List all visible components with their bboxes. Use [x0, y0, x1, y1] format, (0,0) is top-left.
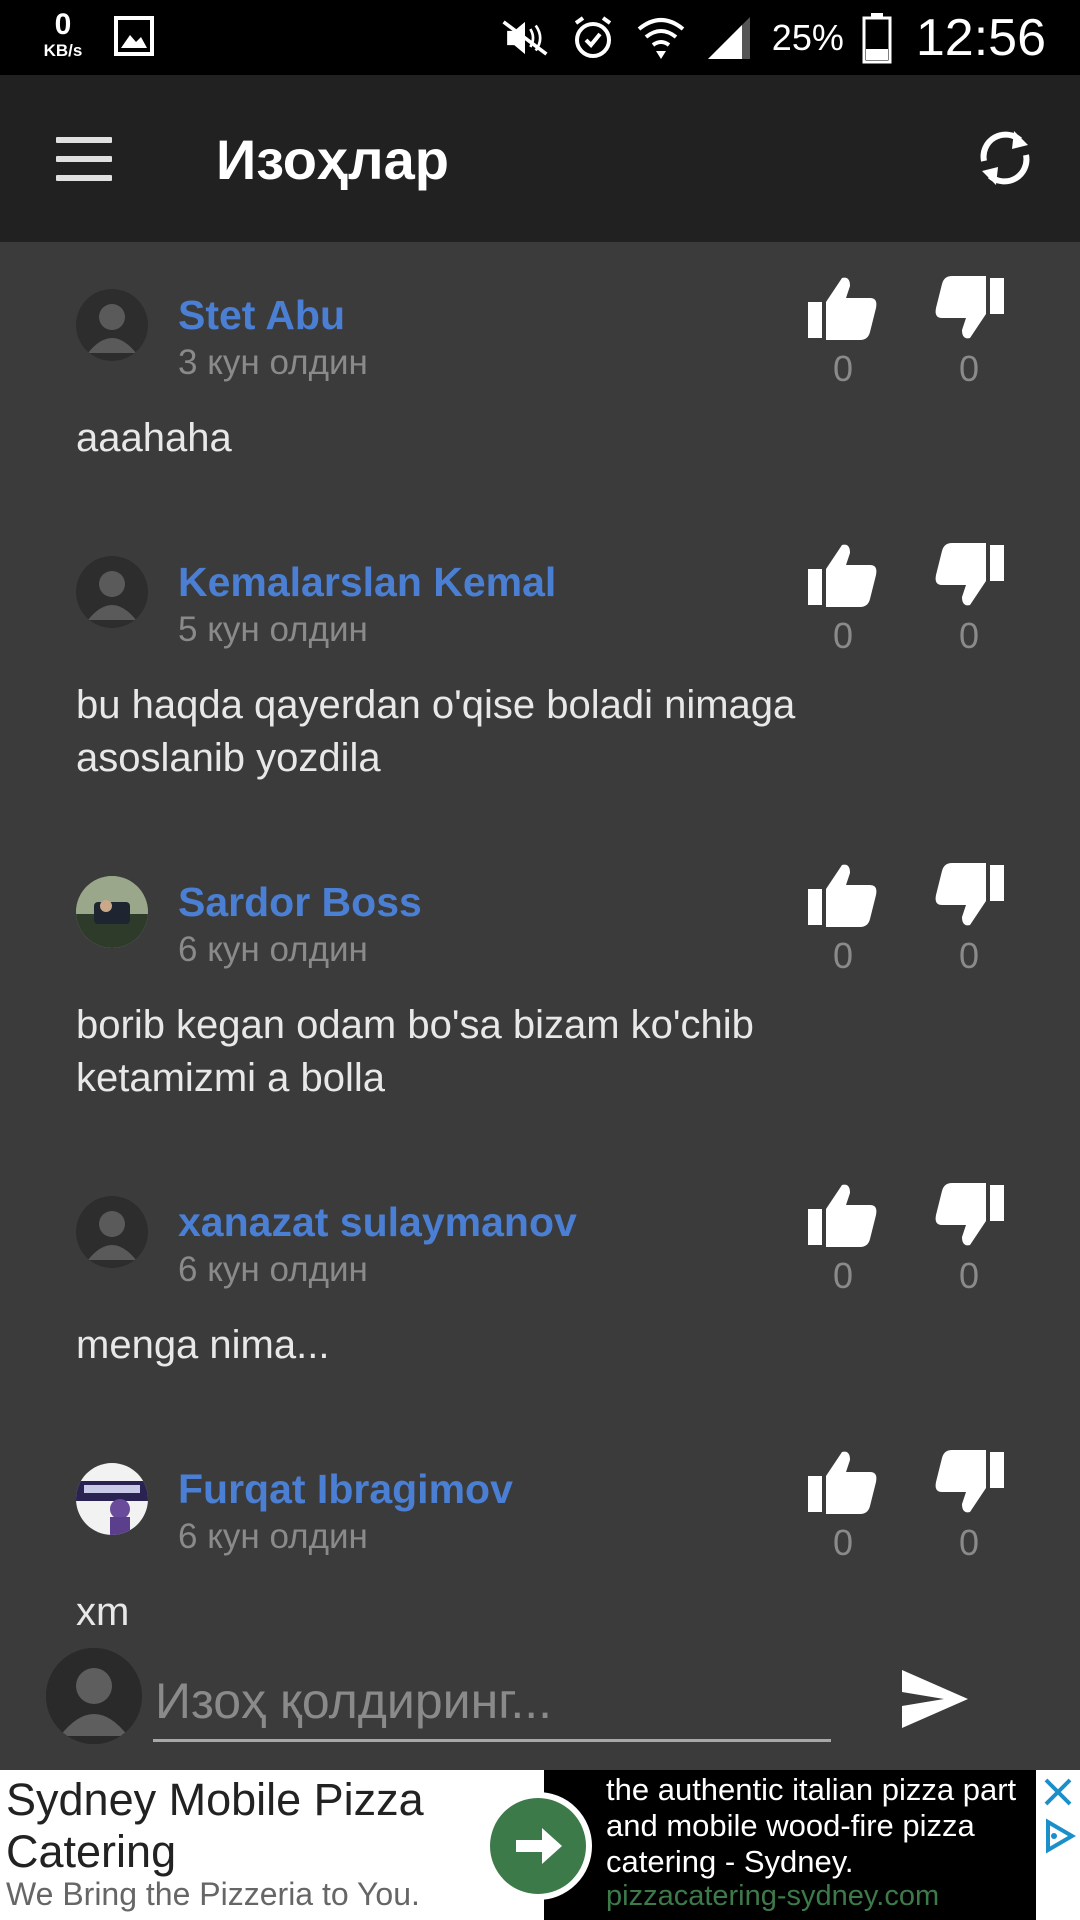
comment-author[interactable]: Sardor Boss: [178, 879, 422, 926]
comment-text: aaahaha: [76, 416, 232, 460]
thumbs-down-icon: [935, 543, 1004, 606]
network-speed: 0 KB/s: [36, 8, 90, 60]
battery-percent: 25%: [771, 16, 844, 58]
send-icon[interactable]: [900, 1668, 970, 1730]
battery-icon: [862, 12, 892, 64]
dislike-count: 0: [958, 615, 980, 656]
thumbs-down-icon: [935, 863, 1004, 926]
avatar[interactable]: [76, 1196, 148, 1268]
thumbs-down-icon: [935, 1183, 1004, 1246]
ad-url[interactable]: pizzacatering-sydney.com: [606, 1880, 939, 1913]
comment-text: borib kegan odam bo'sa bizam ko'chib ket…: [76, 1003, 754, 1100]
thumbs-up-icon: [808, 864, 877, 927]
thumbs-up-icon: [808, 277, 877, 340]
refresh-icon[interactable]: [970, 123, 1040, 193]
avatar: [46, 1648, 142, 1744]
avatar[interactable]: [76, 556, 148, 628]
close-icon[interactable]: [1036, 1770, 1080, 1814]
ad-description: the authentic italian pizza part and mob…: [606, 1772, 1036, 1880]
ad-title[interactable]: Sydney Mobile Pizza Catering: [6, 1774, 476, 1878]
app-bar: Изоҳлар: [0, 75, 1080, 242]
like-button[interactable]: 0: [803, 1450, 883, 1564]
ad-tagline: We Bring the Pizzeria to You.: [6, 1876, 420, 1912]
avatar[interactable]: [76, 1463, 148, 1535]
dislike-button[interactable]: 0: [929, 276, 1009, 390]
thumbs-down-icon: [935, 1450, 1004, 1513]
dislike-button[interactable]: 0: [929, 863, 1009, 977]
comment-text: xm: [76, 1590, 130, 1634]
comment-author[interactable]: xanazat sulaymanov: [178, 1199, 577, 1246]
wifi-icon: [636, 13, 686, 63]
comment-input[interactable]: [153, 1662, 831, 1742]
comment-author[interactable]: Kemalarslan Kemal: [178, 559, 556, 606]
network-speed-unit: KB/s: [43, 41, 83, 60]
like-count: 0: [832, 1255, 854, 1296]
dislike-button[interactable]: 0: [929, 543, 1009, 657]
comment-time: 6 кун олдин: [178, 1250, 368, 1289]
adchoices-icon[interactable]: [1036, 1814, 1080, 1858]
dislike-count: 0: [958, 1522, 980, 1563]
menu-icon[interactable]: [56, 137, 112, 181]
mute-icon: [500, 13, 550, 63]
thumbs-up-icon: [808, 1451, 877, 1514]
dislike-count: 0: [958, 348, 980, 389]
comment-time: 3 кун олдин: [178, 343, 368, 382]
thumbs-up-icon: [808, 1184, 877, 1247]
like-button[interactable]: 0: [803, 863, 883, 977]
ad-description-line: catering - Sydney.: [606, 1844, 854, 1879]
arrow-right-icon[interactable]: [484, 1792, 592, 1900]
ad-description-line: the authentic italian pizza part: [606, 1772, 1017, 1807]
like-button[interactable]: 0: [803, 276, 883, 390]
network-speed-value: 0: [54, 8, 72, 41]
avatar[interactable]: [76, 876, 148, 948]
comment-text: menga nima...: [76, 1323, 330, 1367]
comment-author[interactable]: Stet Abu: [178, 292, 345, 339]
comment-author[interactable]: Furqat Ibragimov: [178, 1466, 513, 1513]
like-count: 0: [832, 1522, 854, 1563]
like-button[interactable]: 0: [803, 1183, 883, 1297]
comment-time: 6 кун олдин: [178, 930, 368, 969]
comments-list[interactable]: Stet Abu 3 кун олдин 0 0 aaahaha Kemalar…: [0, 242, 1080, 1650]
dislike-count: 0: [958, 935, 980, 976]
thumbs-up-icon: [808, 544, 877, 607]
dislike-count: 0: [958, 1255, 980, 1296]
signal-icon: [704, 13, 754, 63]
like-count: 0: [832, 348, 854, 389]
ad-banner[interactable]: Sydney Mobile Pizza Catering We Bring th…: [0, 1770, 1080, 1920]
like-button[interactable]: 0: [803, 543, 883, 657]
avatar[interactable]: [76, 289, 148, 361]
clock: 12:56: [915, 8, 1046, 67]
dislike-button[interactable]: 0: [929, 1183, 1009, 1297]
like-count: 0: [832, 935, 854, 976]
alarm-icon: [568, 13, 618, 63]
dislike-button[interactable]: 0: [929, 1450, 1009, 1564]
ad-description-line: and mobile wood-fire pizza: [606, 1808, 975, 1843]
gallery-icon: [113, 15, 155, 57]
thumbs-down-icon: [935, 276, 1004, 339]
page-title: Изоҳлар: [216, 128, 449, 191]
status-bar: 0 KB/s 25% 12:56: [0, 0, 1080, 75]
comment-time: 5 кун олдин: [178, 610, 368, 649]
comment-text: bu haqda qayerdan o'qise boladi nimaga a…: [76, 683, 796, 780]
like-count: 0: [832, 615, 854, 656]
comment-time: 6 кун олдин: [178, 1517, 368, 1556]
